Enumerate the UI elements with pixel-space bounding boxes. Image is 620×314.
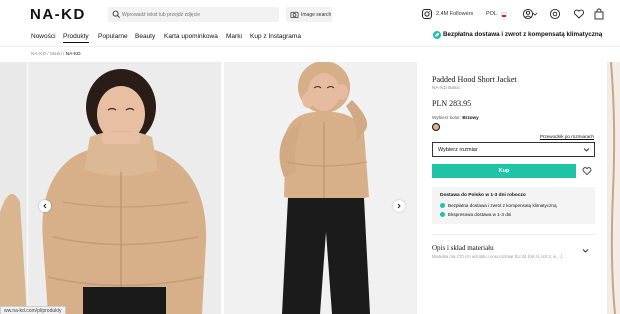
gallery-image-next-partial <box>607 62 620 314</box>
breadcrumb-item-home[interactable]: NA-KD <box>31 52 46 57</box>
status-bar-url: ww.na-kd.com/pl/produkty <box>0 306 66 314</box>
product-panel: Padded Hood Short Jacket NA-KD Basic PLN… <box>422 64 603 312</box>
color-label: Wybierz kolor: Brzowy <box>432 115 479 120</box>
buy-button[interactable]: Kup <box>432 164 576 178</box>
language-selector[interactable]: POL <box>486 11 497 17</box>
search-bar[interactable] <box>108 7 279 22</box>
chevron-left-icon <box>43 203 47 209</box>
gallery-image-2[interactable] <box>224 62 417 314</box>
check-circle-icon <box>440 203 445 209</box>
product-title: Padded Hood Short Jacket <box>432 75 517 84</box>
logo[interactable]: NA-KD <box>30 6 86 23</box>
description-toggle[interactable]: Opis i skład materiału <box>432 244 494 252</box>
instagram-icon[interactable] <box>421 8 433 20</box>
gallery-next-arrow[interactable] <box>393 200 405 212</box>
breadcrumb-current: NA-KD <box>65 52 81 57</box>
gallery-prev-arrow[interactable] <box>39 200 51 212</box>
nav-item-nowosci[interactable]: Nowości <box>31 33 56 40</box>
nav-item-produkty[interactable]: Produkty <box>63 33 89 43</box>
add-to-wishlist-heart-icon[interactable] <box>582 166 592 176</box>
nav-item-popularne[interactable]: Popularne <box>98 33 128 40</box>
nav-item-karta-upominkowa[interactable]: Karta upominkowa <box>164 33 218 40</box>
delivery-info-line-1: Bezpłatna dostawa i zwrot z kompensatą k… <box>440 203 557 209</box>
nav-item-instagram[interactable]: Kup z Instagrama <box>250 33 301 40</box>
nav-item-marki[interactable]: Marki <box>226 33 242 40</box>
breadcrumb: NA-KD / Marki / NA-KD <box>31 52 81 57</box>
heart-icon[interactable] <box>573 8 585 20</box>
size-dropdown[interactable]: Wybierz rozmiar <box>432 142 595 157</box>
shopping-bag-icon[interactable] <box>593 8 605 20</box>
delivery-info-line-2-text: Ekspresowa dostawa w 1-3 dni <box>448 212 512 217</box>
search-icon <box>112 10 120 18</box>
camera-icon <box>290 11 299 19</box>
size-dropdown-value: Wybierz rozmiar <box>438 147 478 153</box>
chevron-right-icon <box>397 203 401 209</box>
search-input[interactable] <box>122 8 277 21</box>
delivery-info-line-1-text: Bezpłatna dostawa i zwrot z kompensatą k… <box>448 203 557 208</box>
color-label-text: Wybierz kolor: <box>432 115 462 120</box>
gallery-image-prev-partial <box>0 62 27 314</box>
header: NA-KD Image search 2.4M Followers POL <box>0 0 620 30</box>
color-swatch-brown[interactable] <box>432 123 440 131</box>
size-guide-link[interactable]: Przewodnik po rozmiarach <box>540 134 594 139</box>
image-search-button[interactable]: Image search <box>286 7 332 22</box>
delivery-info-line-2: Ekspresowa dostawa w 1-3 dni <box>440 212 512 218</box>
wishlist-eye-icon[interactable] <box>549 8 561 20</box>
gallery-image-1[interactable] <box>28 62 221 314</box>
panel-divider <box>432 234 595 235</box>
chevron-down-icon <box>583 148 590 152</box>
check-circle-icon <box>440 212 445 218</box>
delivery-info-box: Dostawa do Polsko w 1-3 dni roboczo Bezp… <box>432 187 595 224</box>
product-brand[interactable]: NA-KD Basic <box>432 86 460 91</box>
product-price: PLN 283.95 <box>432 99 472 108</box>
color-value: Brzowy <box>462 115 479 120</box>
poland-flag-icon <box>501 12 507 17</box>
image-search-label: Image search <box>301 12 332 18</box>
eco-delivery-icon <box>433 31 441 39</box>
breadcrumb-item-marki[interactable]: Marki <box>50 52 62 57</box>
chevron-down-icon[interactable] <box>582 247 589 254</box>
delivery-info-title: Dostawa do Polsko w 1-3 dni roboczo <box>440 193 526 198</box>
followers-count[interactable]: 2.4M Followers <box>436 11 473 17</box>
chevron-down-icon[interactable] <box>532 8 538 20</box>
nav-item-beauty[interactable]: Beauty <box>135 33 155 40</box>
header-divider <box>0 46 620 47</box>
delivery-banner[interactable]: Bezpłatna dostawa i zwrot z kompensatą k… <box>443 31 602 38</box>
description-preview: Modelka ma 170 cm wzrostu i nosi rozmiar… <box>432 254 563 259</box>
